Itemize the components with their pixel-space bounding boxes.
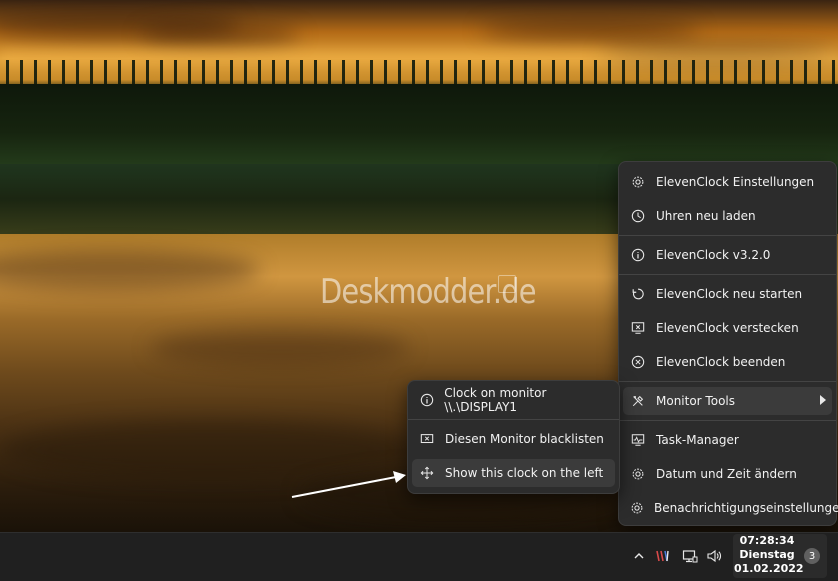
clock-time: 07:28:34 [739, 534, 795, 547]
network-icon[interactable] [681, 547, 699, 565]
taskbar-clock[interactable]: 07:28:34 Dienstag 01.02.2022 [734, 534, 804, 578]
volume-icon[interactable] [705, 547, 723, 565]
annotation-arrow [291, 471, 406, 498]
app-tray-icon[interactable] [654, 547, 672, 565]
clock-date: 01.02.2022 [734, 562, 804, 575]
show-hidden-icons-chevron-up-icon[interactable] [630, 547, 648, 565]
notification-count-badge[interactable]: 3 [804, 548, 820, 564]
clock-day: Dienstag [739, 548, 795, 561]
